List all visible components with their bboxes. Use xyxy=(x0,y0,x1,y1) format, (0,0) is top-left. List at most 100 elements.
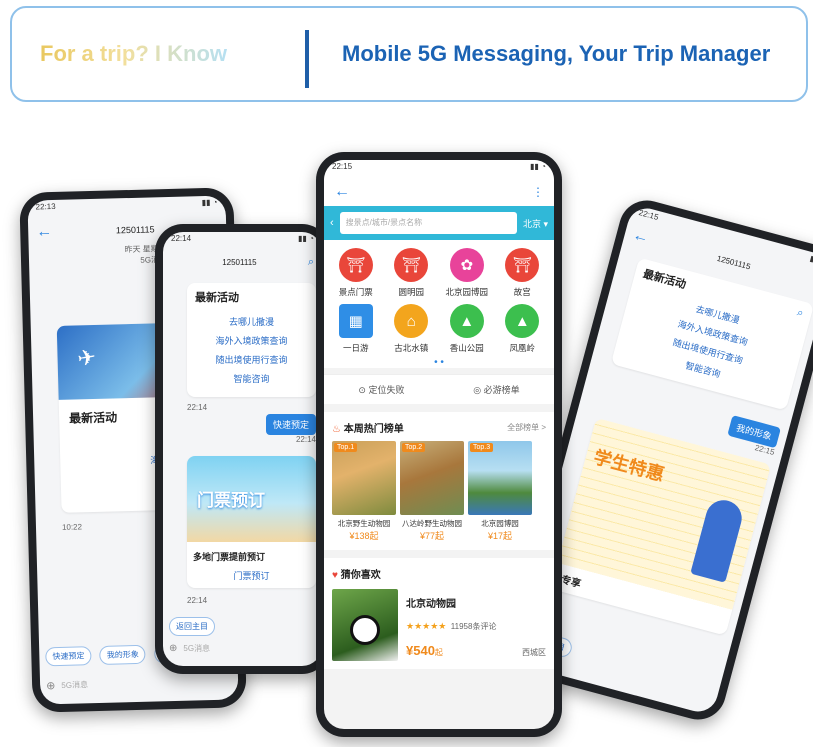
ranking-item-price: ¥17起 xyxy=(487,531,513,541)
promo-image-art: ✈ xyxy=(75,343,98,372)
rating-stars: ★★★★★ xyxy=(406,621,447,631)
mountain-icon: ▲ xyxy=(449,304,484,338)
category-label: 香山公园 xyxy=(449,343,484,353)
ranking-list: Top.1 北京野生动物园 ¥138起 Top.2 八达岭野生动物园 ¥77起 … xyxy=(332,441,546,542)
review-count: 11958条评论 xyxy=(450,622,497,631)
status-time: 22:13 xyxy=(35,201,56,212)
status-icons: ▮▮ ◔ xyxy=(201,197,218,208)
panda-image xyxy=(332,589,398,661)
category-scenic-tickets[interactable]: ⛩ 景点门票 xyxy=(328,248,384,298)
category-label: 古北水镇 xyxy=(394,343,429,353)
category-fenghuangling[interactable]: ▲ 凤凰岭 xyxy=(495,304,551,354)
back-arrow-icon[interactable]: ← xyxy=(631,226,651,247)
category-label: 一日游 xyxy=(342,343,369,353)
category-garden-expo[interactable]: ✿ 北京园博园 xyxy=(439,248,495,298)
student-figure-image xyxy=(690,496,746,583)
ticket-caption: 多地门票提前预订 xyxy=(193,552,266,562)
back-arrow-icon[interactable]: ← xyxy=(36,223,52,240)
ranking-item[interactable]: Top.1 北京野生动物园 ¥138起 xyxy=(332,441,396,542)
message-input[interactable]: 5G消息 xyxy=(183,643,210,654)
category-label: 凤凰岭 xyxy=(509,343,535,353)
more-menu-icon[interactable]: ⋮ xyxy=(532,185,544,199)
recommended-name: 北京动物园 xyxy=(406,599,456,610)
must-visit-label: 必游榜单 xyxy=(483,385,520,395)
category-gubei-town[interactable]: ⌂ 古北水镇 xyxy=(384,304,440,354)
ranking-item[interactable]: Top.3 北京园博园 ¥17起 xyxy=(468,441,532,542)
category-icon-grid: ⛩ 景点门票 ⛩ 圆明园 ✿ 北京园博园 ⛩ 故宫 ▦ 一日游 ⌂ 古北水镇 ▲… xyxy=(324,240,554,358)
temple-icon: ⛩ xyxy=(338,248,373,282)
student-promo-card[interactable]: 学生特惠 专享 xyxy=(550,417,772,636)
tiger-image: Top.1 xyxy=(332,441,396,515)
title-banner: For a trip? I Know Mobile 5G Messaging, … xyxy=(10,6,808,102)
recommended-item[interactable]: 北京动物园 ★★★★★ 11958条评论 ¥540起 西城区 xyxy=(332,589,546,661)
message-input[interactable]: 5G消息 xyxy=(61,679,88,691)
rank-badge: Top.2 xyxy=(402,443,426,452)
category-fragrant-hills[interactable]: ▲ 香山公园 xyxy=(439,304,495,354)
message-timestamp: 22:14 xyxy=(187,403,208,412)
banner-headline: Mobile 5G Messaging, Your Trip Manager xyxy=(342,41,771,66)
recommended-price: ¥540 xyxy=(406,643,435,658)
promo-link[interactable]: 去哪儿撒漫 xyxy=(187,315,316,328)
weekly-ranking-section: ♨ 本周热门榜单 全部榜单 > Top.1 北京野生动物园 ¥138起 Top.… xyxy=(324,412,554,550)
ticket-link[interactable]: 门票预订 xyxy=(187,569,316,582)
promo-link[interactable]: 海外入境政策查询 xyxy=(187,334,316,347)
back-arrow-icon[interactable]: ← xyxy=(334,184,350,200)
mountain-icon: ▲ xyxy=(505,304,540,338)
chat-contact: 12501115 xyxy=(222,258,257,267)
ticket-card[interactable]: 门票预订 多地门票提前预订 门票预订 xyxy=(187,456,316,588)
search-bar: ‹ 搜景点/城市/景点名称 北京 ▾ xyxy=(324,206,554,240)
rank-badge: Top.1 xyxy=(334,443,358,452)
search-input[interactable]: 搜景点/城市/景点名称 xyxy=(339,212,517,234)
message-input-bar: ⊕ 5G消息 xyxy=(46,674,232,692)
app-top-nav: ← ⋮ xyxy=(324,178,554,206)
promo-link[interactable]: 随出境使用行查询 xyxy=(187,353,316,366)
category-label: 北京园博园 xyxy=(445,287,488,297)
location-pin-icon: ⊙ xyxy=(358,385,366,395)
category-forbidden-city[interactable]: ⛩ 故宫 xyxy=(495,248,551,298)
category-day-tour[interactable]: ▦ 一日游 xyxy=(328,304,384,354)
student-promo-text: 学生特惠 xyxy=(591,446,667,485)
status-time: 22:14 xyxy=(171,234,192,243)
ranking-more-link[interactable]: 全部榜单 > xyxy=(507,422,546,433)
category-label: 景点门票 xyxy=(338,287,373,297)
ranking-item-name: 北京园博园 xyxy=(481,519,519,528)
location-button[interactable]: ⊙ 定位失败 xyxy=(358,383,404,396)
phone-screen: 22:14 ▮▮ ◔ 12501115 ⌕ 最新活动 去哪儿撒漫 海外入境政策查… xyxy=(163,232,322,666)
chat-meta: 5G消息 xyxy=(140,255,168,265)
recommended-district: 西城区 xyxy=(522,648,546,657)
must-visit-button[interactable]: ◎ 必游榜单 xyxy=(473,383,519,396)
banner-divider xyxy=(305,30,309,88)
ranking-item-price: ¥77起 xyxy=(419,531,445,541)
ranking-item-name: 北京野生动物园 xyxy=(337,519,391,528)
chip-quick-booking[interactable]: 快速预定 xyxy=(45,646,92,667)
phone-mockup-chat-middle: 22:14 ▮▮ ◔ 12501115 ⌕ 最新活动 去哪儿撒漫 海外入境政策查… xyxy=(155,224,330,674)
city-selector[interactable]: 北京 ▾ xyxy=(523,217,548,230)
status-icons: ▮▮ ◔ xyxy=(298,234,314,243)
search-icon[interactable]: ⌕ xyxy=(308,256,314,269)
promo-link[interactable]: 智能咨询 xyxy=(187,372,316,385)
chip-my-profile[interactable]: 我的形象 xyxy=(99,644,147,665)
chevron-left-icon[interactable]: ‹ xyxy=(330,217,334,229)
category-yuanmingyuan[interactable]: ⛩ 圆明园 xyxy=(384,248,440,298)
plus-icon[interactable]: ⊕ xyxy=(169,643,177,654)
guess-you-like-section: ♥ 猜你喜欢 北京动物园 ★★★★★ 11958条评论 ¥540起 西城区 xyxy=(324,558,554,669)
ticket-banner-image: 门票预订 xyxy=(187,456,316,542)
quick-actions: ⊙ 定位失败 ◎ 必游榜单 xyxy=(324,374,554,404)
temple-icon: ⛩ xyxy=(394,248,429,282)
chip-back-main[interactable]: 返回主目 xyxy=(169,617,215,636)
ticket-banner-text: 门票预订 xyxy=(197,491,265,510)
status-time: 22:15 xyxy=(332,162,353,171)
status-bar: 22:14 ▮▮ ◔ xyxy=(163,232,322,250)
status-bar: 22:15 ▮▮ ◔ xyxy=(324,160,554,178)
ranking-item-name: 八达岭野生动物园 xyxy=(402,519,462,528)
temple-icon: ⛩ xyxy=(505,248,540,282)
fire-icon: ♨ xyxy=(332,424,341,435)
rank-badge: Top.3 xyxy=(470,443,494,452)
search-icon[interactable]: ⌕ xyxy=(795,306,805,323)
ranking-title: 本周热门榜单 xyxy=(343,424,404,435)
promo-card[interactable]: 最新活动 去哪儿撒漫 海外入境政策查询 随出境使用行查询 智能咨询 xyxy=(187,283,316,397)
ranking-item[interactable]: Top.2 八达岭野生动物园 ¥77起 xyxy=(400,441,464,542)
plus-icon[interactable]: ⊕ xyxy=(46,679,56,692)
status-icons: ▮▮ ◔ xyxy=(530,162,546,171)
quick-booking-reply[interactable]: 快速预定 xyxy=(265,414,316,435)
